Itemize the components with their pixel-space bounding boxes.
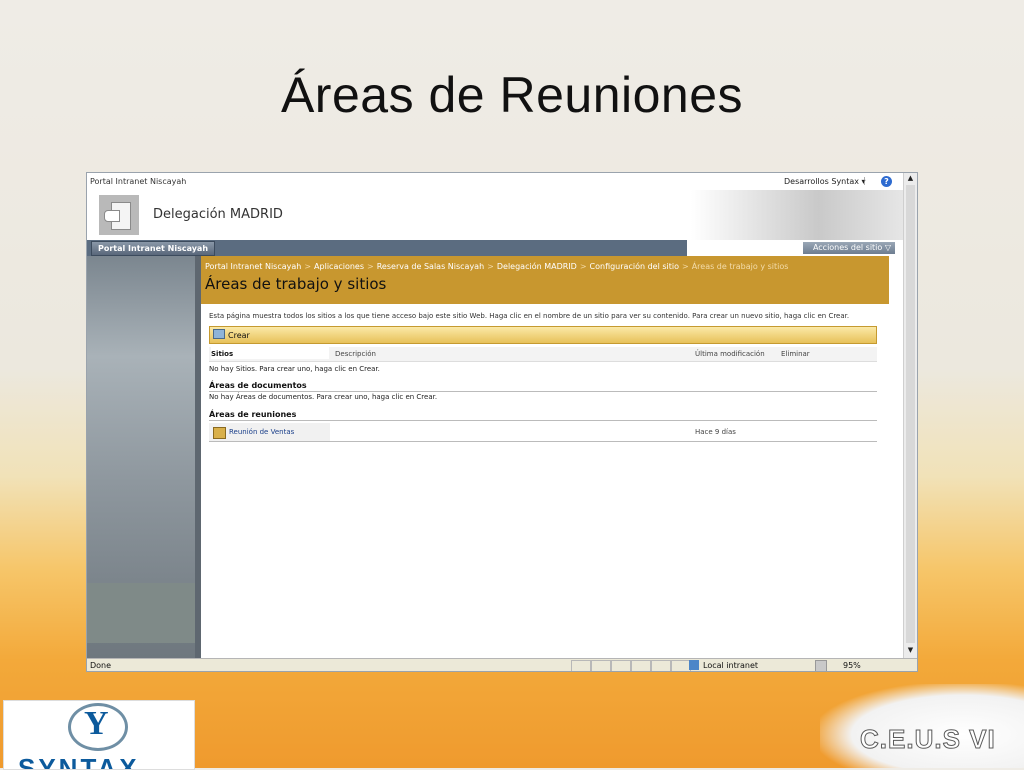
no-sites-message: No hay Sitios. Para crear uno, haga clic…: [209, 365, 380, 373]
status-text: Done: [90, 661, 112, 670]
help-icon[interactable]: ?: [881, 176, 892, 187]
site-logo: [99, 195, 139, 235]
breadcrumb-item[interactable]: Portal Intranet Niscayah: [205, 262, 301, 271]
protected-mode-icon[interactable]: [815, 660, 827, 671]
page-title: Áreas de trabajo y sitios: [205, 275, 387, 293]
col-last-modified[interactable]: Última modificación: [695, 350, 765, 358]
page-description: Esta página muestra todos los sitios a l…: [209, 312, 850, 320]
column-headers: Sitios Descripción Última modificación E…: [209, 347, 877, 362]
nav-tab-portal[interactable]: Portal Intranet Niscayah: [91, 241, 216, 256]
scroll-up-icon[interactable]: ▲: [906, 174, 915, 183]
breadcrumb-item[interactable]: Aplicaciones: [314, 262, 364, 271]
col-sites[interactable]: Sitios: [211, 347, 329, 359]
syntax-logo: Y SYNTAX: [3, 700, 195, 770]
slide-title: Áreas de Reuniones: [280, 67, 744, 123]
top-site-link[interactable]: Portal Intranet Niscayah: [90, 177, 186, 186]
meeting-workspace-icon: [213, 427, 226, 439]
zoom-level[interactable]: 95%: [843, 661, 861, 670]
top-navigation: Portal Intranet Niscayah Acciones del si…: [87, 240, 903, 256]
col-description[interactable]: Descripción: [335, 350, 376, 358]
create-icon: [213, 329, 225, 339]
scroll-thumb[interactable]: [906, 185, 915, 643]
page-title-area: Portal Intranet Niscayah > Aplicaciones > Re…: [201, 256, 889, 304]
section-documents: Áreas de documentos: [209, 381, 877, 392]
breadcrumb-item[interactable]: Delegación MADRID: [497, 262, 577, 271]
status-bar: Done Local intranet 95%: [87, 658, 917, 671]
col-delete[interactable]: Eliminar: [781, 350, 810, 358]
top-separator: |: [863, 176, 866, 185]
section-meetings: Áreas de reuniones: [209, 410, 877, 421]
breadcrumb-item[interactable]: Configuración del sitio: [590, 262, 679, 271]
header-banner: [691, 190, 903, 240]
vertical-scrollbar[interactable]: ▲ ▼: [903, 173, 917, 658]
no-documents-message: No hay Áreas de documentos. Para crear u…: [209, 393, 438, 401]
breadcrumb-current: Áreas de trabajo y sitios: [691, 262, 789, 271]
site-actions-menu[interactable]: Acciones del sitio ▽: [803, 242, 895, 254]
site-header: Delegación MADRID: [87, 190, 903, 240]
toolbar: Crear: [209, 326, 877, 344]
site-title[interactable]: Delegación MADRID: [153, 207, 283, 222]
main-content: Esta página muestra todos los sitios a l…: [201, 304, 889, 658]
table-row[interactable]: Reunión de Ventas Hace 9 días: [209, 423, 877, 442]
breadcrumb-item[interactable]: Reserva de Salas Niscayah: [377, 262, 484, 271]
ceus-logo: C.E.U.S VI: [820, 684, 1024, 768]
left-panel: [87, 256, 201, 658]
meeting-link[interactable]: Reunión de Ventas: [229, 428, 294, 436]
user-menu[interactable]: Desarrollos Syntax ▾: [784, 177, 866, 186]
top-link-bar: Portal Intranet Niscayah Desarrollos Syn…: [87, 173, 903, 190]
intranet-icon: [689, 660, 699, 670]
scroll-down-icon[interactable]: ▼: [906, 646, 915, 655]
meeting-modified: Hace 9 días: [695, 428, 736, 436]
browser-window: Portal Intranet Niscayah Desarrollos Syn…: [86, 172, 918, 672]
create-button[interactable]: Crear: [213, 329, 250, 341]
breadcrumb: Portal Intranet Niscayah > Aplicaciones > Re…: [205, 262, 789, 271]
security-zone: Local intranet: [703, 661, 759, 670]
